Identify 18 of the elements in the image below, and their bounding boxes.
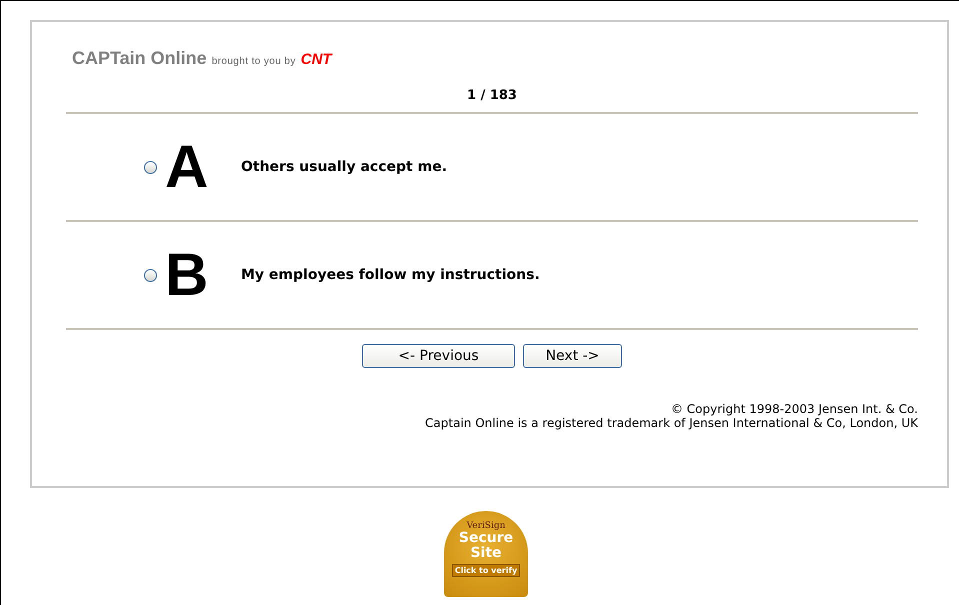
partner-name: CNT xyxy=(300,51,332,68)
trademark-text: Captain Online is a registered trademark of Jensen International & Co, London, UK xyxy=(425,416,918,430)
question-counter: 1 / 183 xyxy=(467,88,517,103)
copyright-text: © Copyright 1998-2003 Jensen Int. & Co. xyxy=(670,402,918,416)
option-text: Others usually accept me. xyxy=(241,159,448,175)
seal-text: Site xyxy=(470,546,502,561)
radio-button[interactable] xyxy=(144,268,157,282)
option-text: My employees follow my instructions. xyxy=(241,267,540,283)
seal-brand: VeriSign xyxy=(466,521,506,531)
radio-button[interactable] xyxy=(144,160,157,174)
secure-site-seal[interactable]: VeriSign Secure Site Click to verify xyxy=(444,511,528,597)
seal-text: Secure xyxy=(458,531,514,546)
tagline: brought to you by xyxy=(212,56,296,67)
option-letter: A xyxy=(165,143,210,191)
option-letter: B xyxy=(165,251,210,299)
next-button[interactable]: Next -> xyxy=(523,344,622,368)
brand-name: CAPTain Online xyxy=(72,48,207,69)
previous-button[interactable]: <- Previous xyxy=(362,344,515,368)
